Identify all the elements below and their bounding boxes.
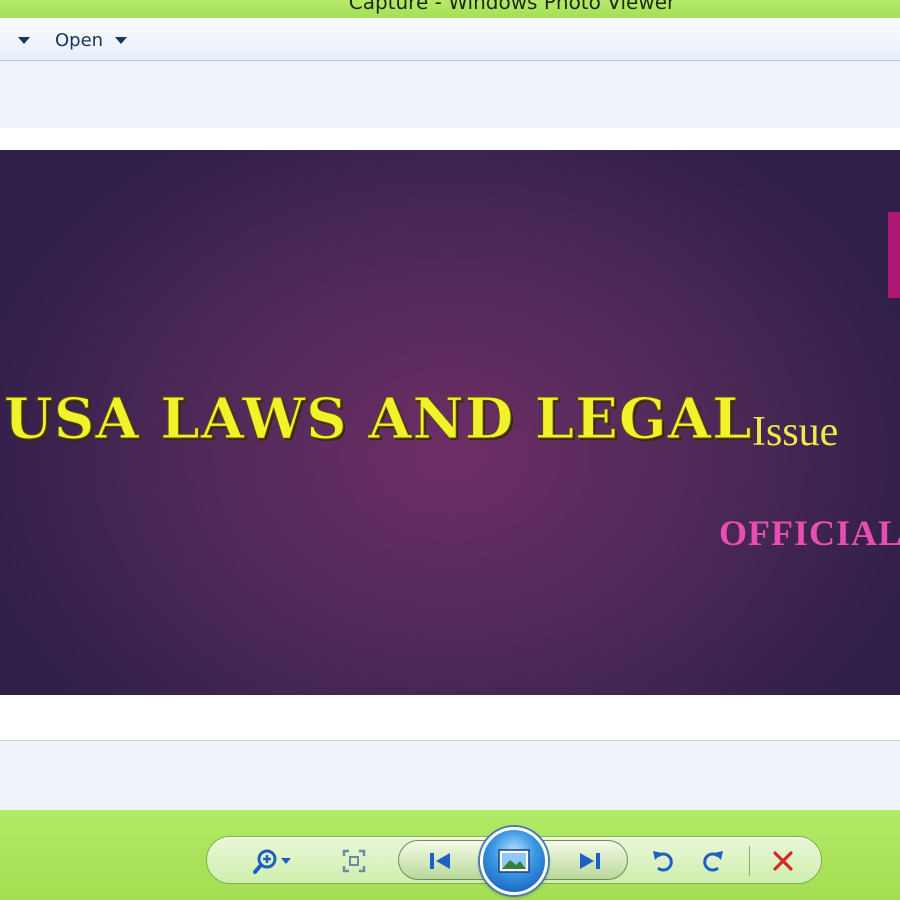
zoom-icon bbox=[253, 849, 291, 874]
delete-button[interactable] bbox=[766, 844, 800, 878]
open-menu[interactable]: Open bbox=[55, 29, 128, 51]
rotate-right-icon bbox=[703, 851, 723, 872]
viewer-divider bbox=[0, 740, 900, 741]
image-viewer-area: USA LAWS AND LEGAL Issue OFFICIAL bbox=[0, 62, 900, 810]
photo-frame: USA LAWS AND LEGAL Issue OFFICIAL bbox=[0, 128, 900, 740]
delete-icon bbox=[773, 851, 793, 871]
accent-tab bbox=[888, 212, 900, 298]
rotate-right-button[interactable] bbox=[696, 844, 730, 878]
photo-title: USA LAWS AND LEGAL bbox=[4, 386, 753, 453]
rotate-left-button[interactable] bbox=[646, 844, 680, 878]
actual-size-button[interactable] bbox=[336, 844, 372, 878]
actual-size-icon bbox=[342, 849, 366, 873]
file-menu-dropdown[interactable] bbox=[18, 29, 30, 51]
previous-icon bbox=[430, 853, 450, 869]
photo-title-suffix: Issue bbox=[752, 409, 839, 455]
chevron-down-icon bbox=[18, 36, 30, 44]
menu-bar: Open bbox=[0, 18, 900, 61]
slideshow-button[interactable] bbox=[480, 827, 548, 895]
title-bar[interactable]: Capture - Windows Photo Viewer bbox=[0, 0, 900, 18]
previous-button[interactable] bbox=[420, 844, 460, 878]
displayed-photo: USA LAWS AND LEGAL Issue OFFICIAL bbox=[0, 150, 900, 695]
toolbar-separator bbox=[749, 846, 750, 876]
open-menu-label: Open bbox=[55, 29, 104, 51]
zoom-button[interactable] bbox=[244, 844, 300, 878]
chevron-down-icon bbox=[115, 36, 128, 44]
control-bar bbox=[0, 810, 900, 900]
next-icon bbox=[580, 853, 600, 869]
photo-subtitle: OFFICIAL bbox=[719, 513, 900, 553]
slideshow-icon bbox=[498, 849, 530, 873]
window-title: Capture - Windows Photo Viewer bbox=[348, 0, 676, 14]
rotate-left-icon bbox=[653, 851, 673, 872]
next-button[interactable] bbox=[570, 844, 610, 878]
